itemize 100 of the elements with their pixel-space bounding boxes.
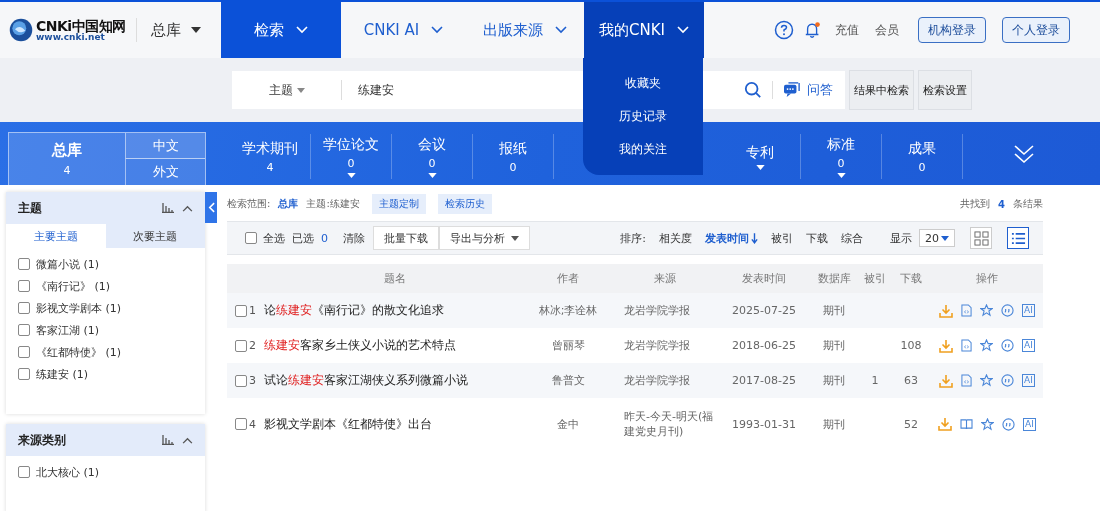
filter-option[interactable]: 北大核心 (1)	[36, 464, 100, 480]
quote-icon[interactable]	[1001, 339, 1015, 352]
download-icon[interactable]	[939, 303, 954, 318]
bar-chart-icon[interactable]	[162, 203, 174, 213]
article-title-link[interactable]: 练建安客家乡土侠义小说的艺术特点	[264, 337, 526, 354]
sort-option[interactable]: 被引	[771, 230, 793, 246]
checkbox[interactable]	[18, 466, 30, 478]
quote-icon[interactable]	[1001, 374, 1015, 387]
document-icon[interactable]	[961, 339, 973, 352]
menu-item[interactable]: 历史记录	[619, 107, 667, 126]
checkbox[interactable]	[235, 418, 247, 430]
nav-tab[interactable]: 检索	[221, 2, 341, 58]
search-option-button[interactable]: 结果中检索	[849, 70, 914, 110]
filter-option[interactable]: 影视文学剧本 (1)	[36, 300, 122, 316]
bar-chart-icon[interactable]	[162, 435, 174, 445]
filter-option[interactable]: 《红都特使》 (1)	[36, 344, 122, 360]
filter-option[interactable]: 《南行记》 (1)	[36, 278, 111, 294]
scope-tag-button[interactable]: 主题定制	[371, 194, 426, 214]
download-icon[interactable]	[939, 373, 954, 388]
author-cell[interactable]: 金中	[526, 416, 610, 432]
filter-option[interactable]: 微篇小说 (1)	[36, 256, 100, 272]
article-title-link[interactable]: 论练建安《南行记》的散文化追求	[264, 302, 526, 319]
database-tab[interactable]: 标准 0	[801, 134, 882, 179]
ai-button[interactable]: AI	[1023, 417, 1036, 431]
ai-button[interactable]: AI	[1022, 339, 1035, 352]
qa-button[interactable]: 问答	[783, 81, 833, 99]
sort-option[interactable]: 综合	[841, 230, 863, 246]
author-cell[interactable]: 曾丽琴	[526, 338, 610, 353]
filter-tab[interactable]: 次要主题	[105, 224, 205, 248]
header-link[interactable]: 充值	[835, 21, 859, 39]
download-icon[interactable]	[939, 338, 954, 353]
grid-view-button[interactable]	[970, 227, 992, 249]
nav-tab[interactable]: 我的CNKI	[584, 2, 704, 58]
select-all-label[interactable]: 全选	[263, 230, 285, 246]
source-cell[interactable]: 龙岩学院学报	[610, 373, 720, 388]
chevron-up-icon[interactable]	[182, 436, 193, 444]
menu-item[interactable]: 收藏夹	[625, 74, 661, 93]
star-icon[interactable]	[980, 339, 994, 352]
page-size-dropdown[interactable]: 20	[919, 229, 955, 247]
nav-tab[interactable]: 出版来源	[466, 2, 584, 58]
author-cell[interactable]: 林冰;李诠林	[526, 303, 610, 318]
scope-database[interactable]: 总库	[278, 197, 299, 211]
help-icon[interactable]	[774, 20, 794, 40]
checkbox[interactable]	[235, 374, 247, 387]
star-icon[interactable]	[981, 417, 995, 431]
ai-button[interactable]: AI	[1022, 304, 1035, 317]
database-tab[interactable]: 学术期刊 4	[230, 134, 311, 179]
article-title-link[interactable]: 影视文学剧本《红都特使》出台	[264, 415, 526, 433]
collapse-tab[interactable]	[205, 192, 217, 223]
download-count: 52	[904, 417, 918, 431]
sort-option[interactable]: 下载	[806, 230, 828, 246]
download-icon[interactable]	[938, 417, 953, 431]
source-cell[interactable]: 昨天-今天-明天(福建党史月刊)	[610, 409, 720, 439]
search-icon[interactable]	[744, 81, 762, 99]
source-cell[interactable]: 龙岩学院学报	[610, 303, 720, 318]
chevron-up-icon[interactable]	[182, 204, 193, 212]
document-icon[interactable]	[961, 304, 973, 317]
checkbox[interactable]	[18, 258, 30, 270]
login-button[interactable]: 机构登录	[918, 17, 986, 43]
checkbox[interactable]	[245, 232, 257, 244]
batch-download-button[interactable]: 批量下载	[373, 226, 439, 250]
checkbox[interactable]	[18, 368, 30, 380]
star-icon[interactable]	[980, 304, 994, 317]
database-tab[interactable]: 会议 0	[392, 134, 473, 179]
database-tab[interactable]: 报纸 0	[473, 134, 554, 179]
quote-icon[interactable]	[1002, 417, 1016, 431]
checkbox[interactable]	[18, 280, 30, 292]
checkbox[interactable]	[235, 339, 247, 352]
language-tab[interactable]: 外文	[125, 159, 205, 185]
scope-tag-button[interactable]: 检索历史	[437, 194, 492, 214]
search-option-button[interactable]: 检索设置	[918, 70, 972, 110]
checkbox[interactable]	[18, 302, 30, 314]
database-tab[interactable]: 学位论文 0	[311, 134, 392, 179]
source-cell[interactable]: 龙岩学院学报	[610, 338, 720, 353]
bell-icon[interactable]	[804, 20, 822, 40]
checkbox[interactable]	[18, 324, 30, 336]
book-icon[interactable]	[960, 418, 974, 430]
login-button[interactable]: 个人登录	[1002, 17, 1070, 43]
sort-option[interactable]: 相关度	[659, 230, 692, 246]
all-databases-tab[interactable]: 总库 4 中文 外文	[8, 132, 206, 185]
author-cell[interactable]: 鲁普文	[526, 373, 610, 388]
sort-option[interactable]: 发表时间	[705, 230, 758, 246]
filter-option[interactable]: 练建安 (1)	[36, 366, 89, 382]
document-icon[interactable]	[961, 374, 973, 387]
quote-icon[interactable]	[1001, 304, 1015, 317]
double-chevron-icon[interactable]	[1013, 143, 1035, 165]
filter-option[interactable]: 客家江湖 (1)	[36, 322, 100, 338]
nav-tab[interactable]: CNKI AI	[341, 2, 466, 58]
database-tab[interactable]: 成果 0	[882, 134, 963, 179]
list-view-button[interactable]	[1007, 227, 1029, 249]
export-button[interactable]: 导出与分析	[439, 226, 530, 250]
database-tab[interactable]: 专利	[720, 134, 801, 179]
clear-link[interactable]: 清除	[343, 230, 365, 246]
star-icon[interactable]	[980, 374, 994, 387]
checkbox[interactable]	[18, 346, 30, 358]
header-link[interactable]: 会员	[875, 21, 899, 39]
ai-button[interactable]: AI	[1022, 374, 1035, 387]
article-title-link[interactable]: 试论练建安客家江湖侠义系列微篇小说	[264, 372, 526, 389]
menu-item[interactable]: 我的关注	[619, 140, 667, 159]
checkbox[interactable]	[235, 304, 247, 317]
